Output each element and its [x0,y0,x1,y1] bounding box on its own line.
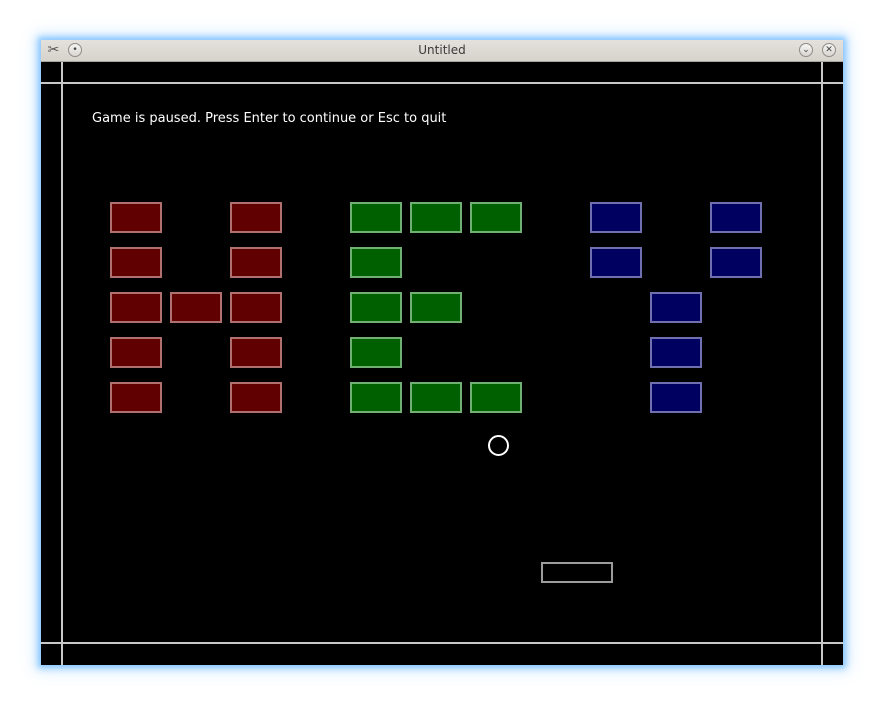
minimize-button[interactable]: ⌄ [799,43,813,57]
brick-red [230,337,282,368]
left-wall [61,62,63,665]
game-canvas[interactable]: Game is paused. Press Enter to continue … [41,62,843,665]
title-bar[interactable]: ✂ • Untitled ⌄ ✕ [41,40,843,62]
right-wall [821,62,823,665]
brick-green [350,382,402,413]
brick-red [170,292,222,323]
brick-red [230,247,282,278]
top-wall [41,82,843,84]
brick-blue [710,202,762,233]
brick-green [410,382,462,413]
brick-blue [590,202,642,233]
brick-blue [650,292,702,323]
brick-green [350,337,402,368]
brick-red [110,337,162,368]
brick-green [350,202,402,233]
pause-message: Game is paused. Press Enter to continue … [92,111,447,126]
bottom-wall [41,642,843,644]
brick-blue [650,382,702,413]
brick-red [110,382,162,413]
window-title: Untitled [418,43,466,57]
brick-red [230,202,282,233]
brick-red [110,247,162,278]
brick-red [110,202,162,233]
brick-red [230,292,282,323]
paddle[interactable] [541,562,613,583]
brick-green [350,292,402,323]
brick-red [110,292,162,323]
game-window: ✂ • Untitled ⌄ ✕ Game is paused. Press E… [41,40,843,665]
close-button[interactable]: ✕ [822,43,836,57]
brick-green [470,382,522,413]
brick-blue [650,337,702,368]
brick-green [350,247,402,278]
brick-blue [590,247,642,278]
brick-green [410,202,462,233]
brick-green [410,292,462,323]
ball [488,435,509,456]
brick-red [230,382,282,413]
brick-green [470,202,522,233]
brick-blue [710,247,762,278]
